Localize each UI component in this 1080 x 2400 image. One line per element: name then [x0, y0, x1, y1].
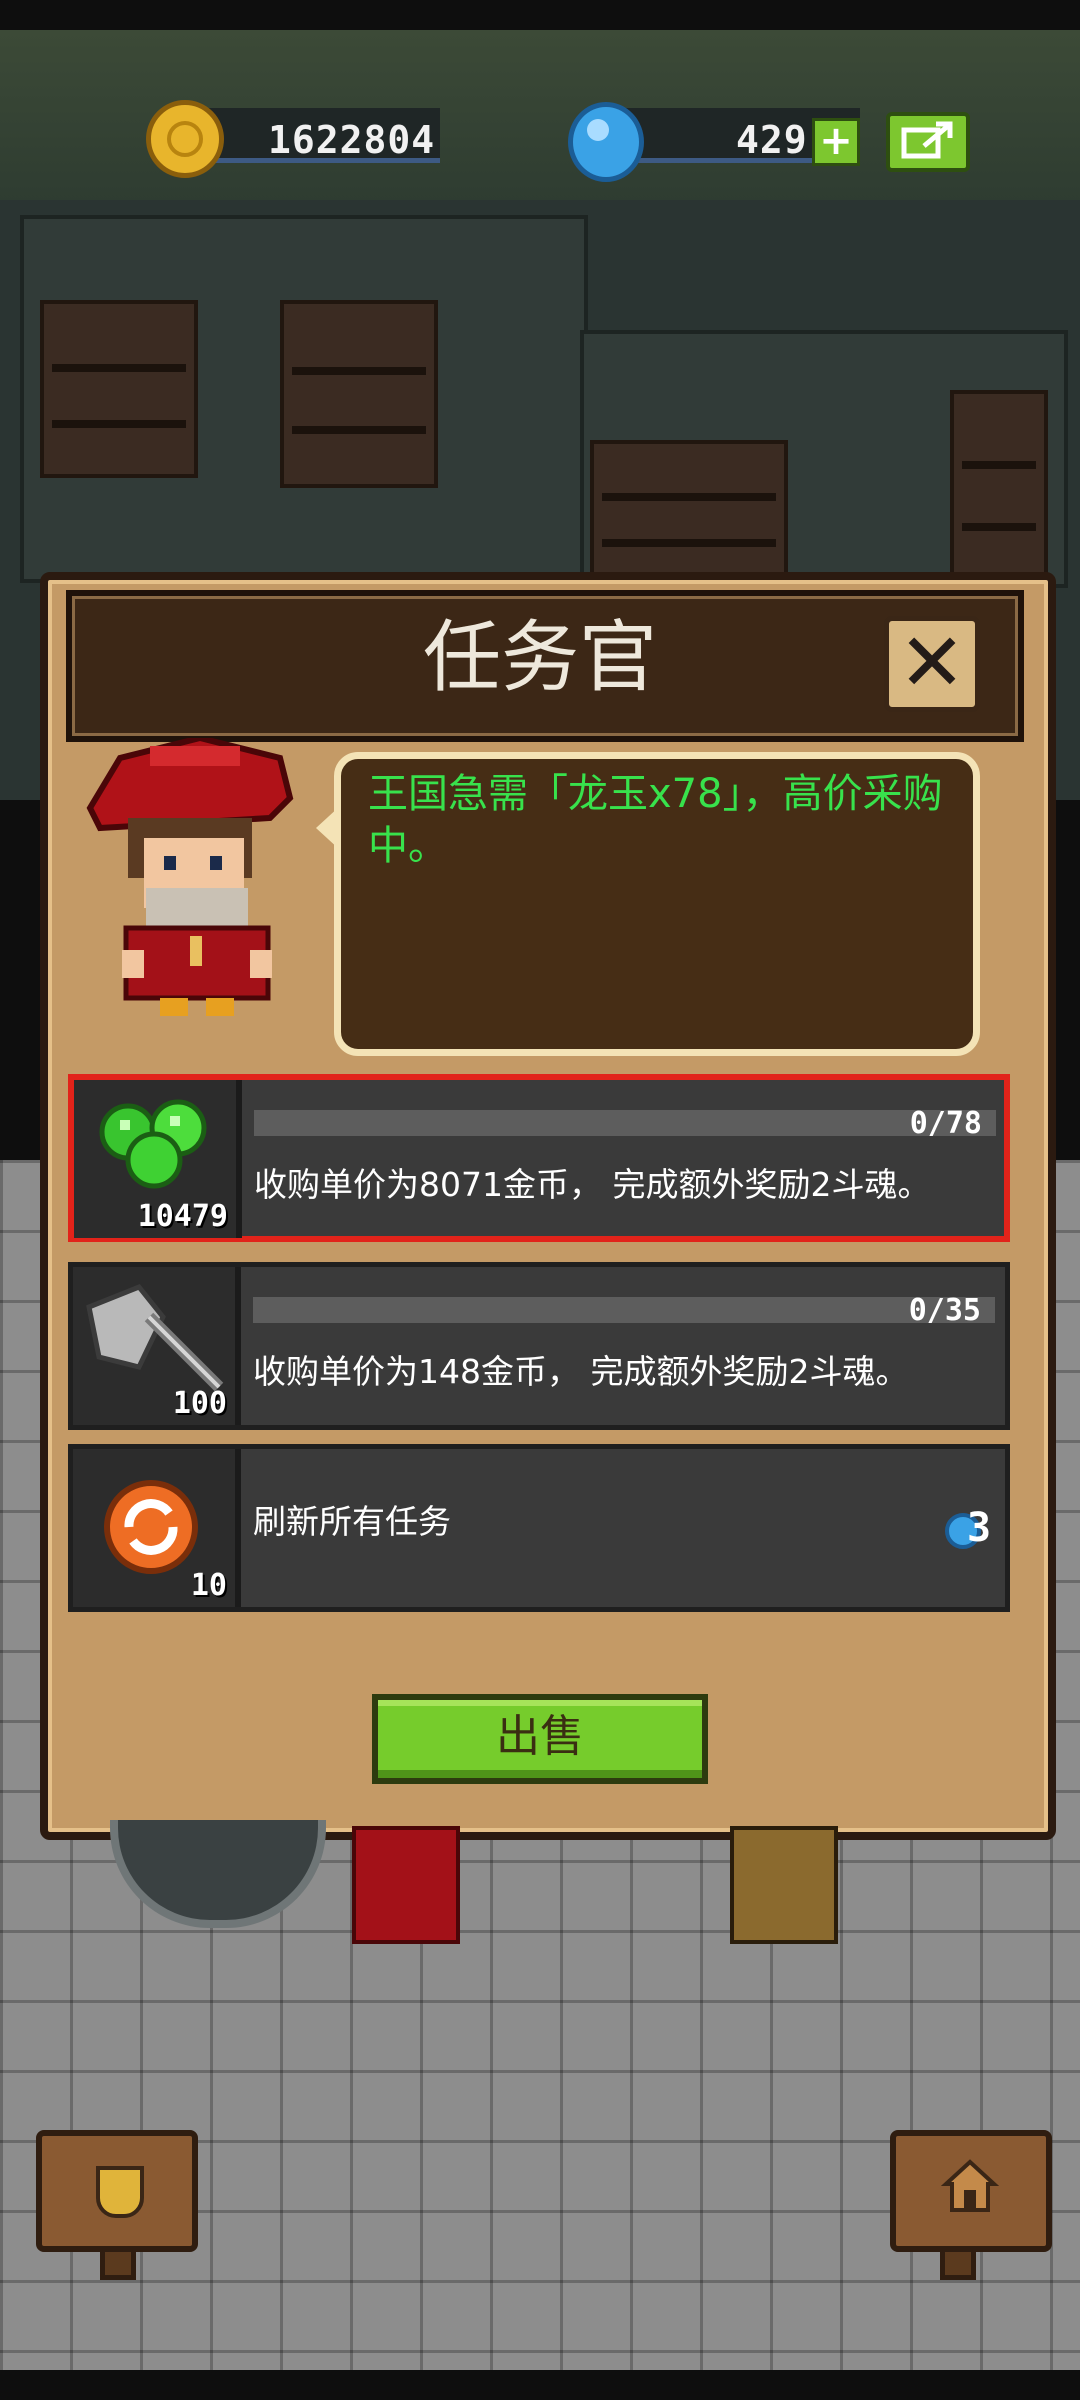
gold-amount: 1622804: [268, 118, 436, 162]
exchange-icon: [901, 121, 953, 159]
refresh-tasks-row[interactable]: 10 刷新所有任务 3: [68, 1444, 1010, 1612]
gem-amount: 429: [736, 118, 808, 162]
npc-adventurer: [730, 1826, 838, 1944]
close-button[interactable]: ✕: [884, 616, 980, 712]
refresh-coin-icon: [104, 1480, 198, 1574]
background-shelf: [950, 390, 1048, 588]
green-gems-icon: [99, 1099, 207, 1189]
sell-button[interactable]: 出售: [372, 1694, 708, 1784]
task-description: 收购单价为148金币， 完成额外奖励2斗魂。: [253, 1352, 909, 1391]
guild-emblem-icon: [96, 2166, 144, 2218]
item-count: 100: [172, 1386, 227, 1421]
left-signpost-button[interactable]: [36, 2130, 198, 2252]
quest-officer-avatar: [86, 738, 294, 1016]
quest-message: 王国急需「龙玉x78」，高价采购中。: [368, 771, 943, 869]
house-icon: [940, 2159, 1000, 2212]
task-progress-bar: 0/78: [254, 1106, 996, 1141]
blue-gem-icon: [568, 102, 644, 182]
task-row-axe[interactable]: 100 0/35 收购单价为148金币， 完成额外奖励2斗魂。: [68, 1262, 1010, 1430]
add-gems-button[interactable]: +: [812, 118, 860, 166]
refresh-cost: 3: [967, 1505, 992, 1551]
right-signpost-button[interactable]: [890, 2130, 1052, 2252]
sell-button-label: 出售: [496, 1711, 584, 1762]
task-item-slot: 10479: [74, 1080, 242, 1238]
task-progress-text: 0/35: [908, 1293, 981, 1328]
background-shelf: [280, 300, 438, 488]
gold-coin-icon: [146, 100, 224, 178]
background-shelf: [40, 300, 198, 478]
task-progress-bar: 0/35: [253, 1293, 995, 1328]
npc-quest-officer: [352, 1826, 460, 1944]
task-description: 收购单价为8071金币， 完成额外奖励2斗魂。: [254, 1165, 931, 1204]
close-icon: ✕: [898, 616, 966, 709]
refresh-item-slot: 10: [73, 1449, 241, 1607]
background-counter: [590, 440, 788, 588]
axe-icon: [86, 1283, 224, 1392]
item-count: 10479: [137, 1199, 228, 1234]
exchange-button[interactable]: [886, 112, 970, 172]
refresh-label: 刷新所有任务: [253, 1502, 451, 1541]
task-row-dragon-jade[interactable]: 10479 0/78 收购单价为8071金币， 完成额外奖励2斗魂。: [68, 1074, 1010, 1242]
item-count: 10: [190, 1568, 227, 1603]
task-item-slot: 100: [73, 1267, 241, 1425]
task-progress-text: 0/78: [909, 1106, 982, 1141]
